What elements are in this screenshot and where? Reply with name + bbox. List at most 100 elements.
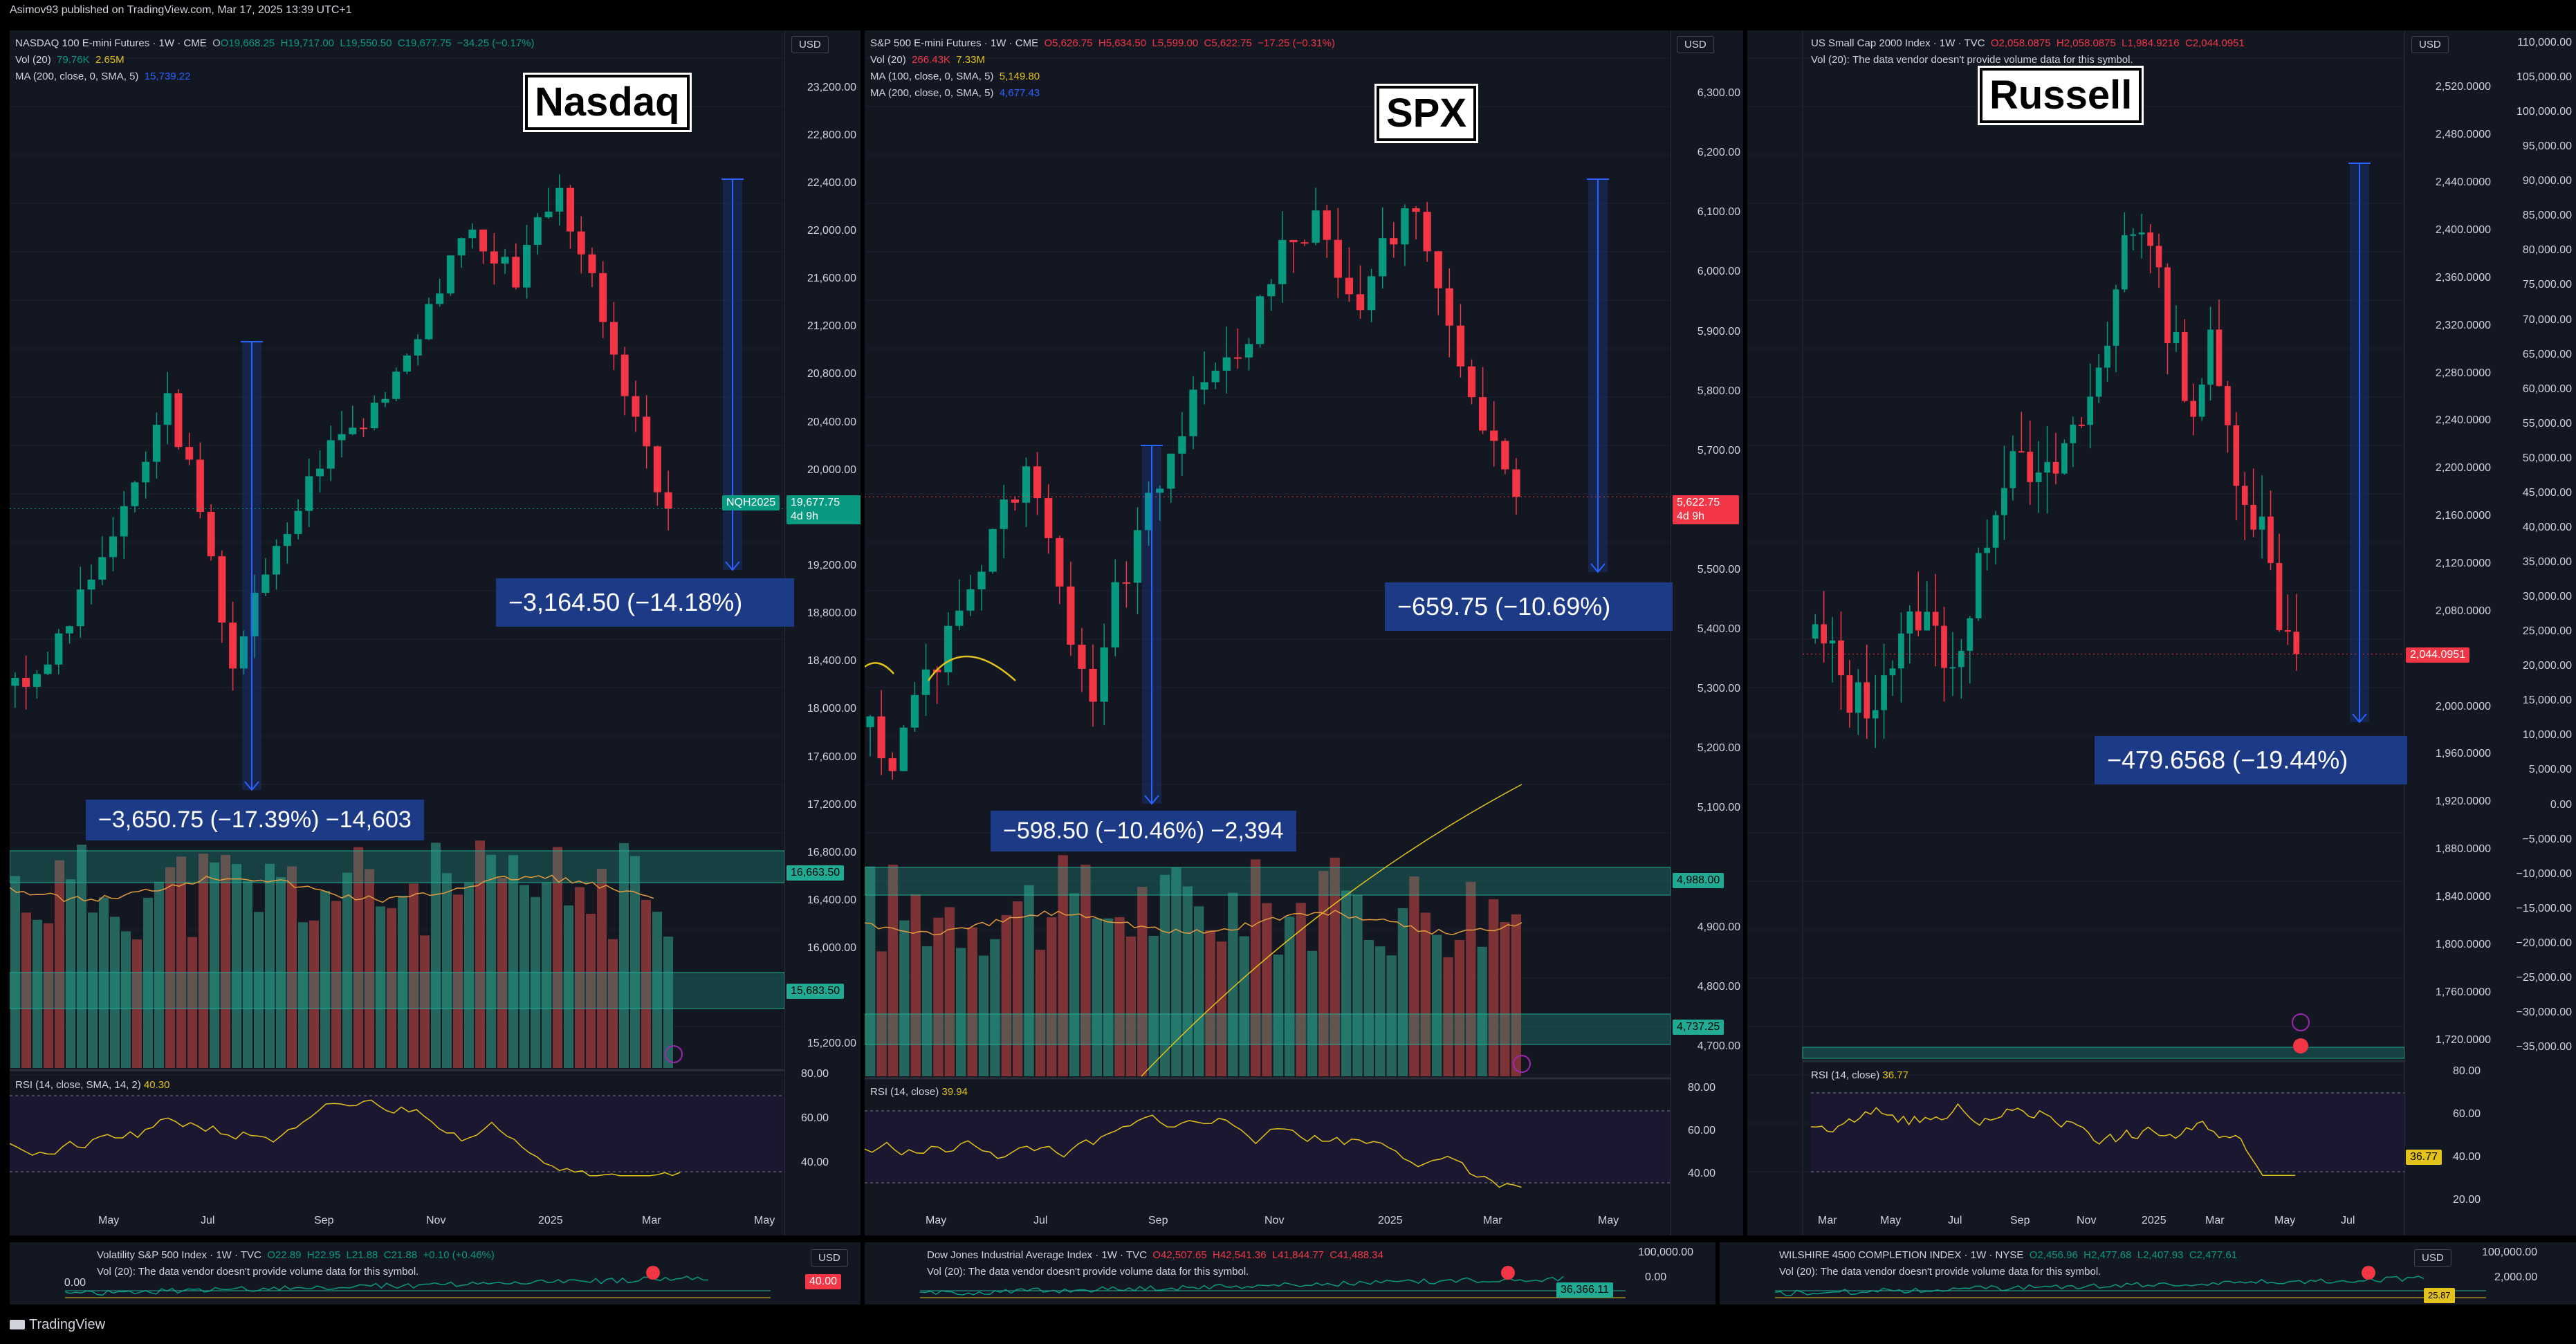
candle-body xyxy=(2198,384,2205,417)
candle-body xyxy=(2113,289,2119,346)
candle-body xyxy=(512,257,520,288)
candle-body xyxy=(1356,294,1365,311)
candle-body xyxy=(2061,443,2068,474)
nasdaq-chart-canvas[interactable] xyxy=(10,30,861,1235)
spx-currency-button[interactable]: USD xyxy=(1677,36,1714,53)
nasdaq-y-tick: 21,600.00 xyxy=(807,273,856,285)
mini-vix-tag: 40.00 xyxy=(805,1274,842,1289)
yellow-drawing-arc xyxy=(865,662,894,674)
mini-wilshire-axis-top: 100,000.00 xyxy=(2482,1246,2538,1258)
candle-body xyxy=(2130,234,2137,236)
candle-body xyxy=(664,492,672,509)
footer-brand[interactable]: TradingView xyxy=(10,1317,105,1333)
mini-vix-currency-button[interactable]: USD xyxy=(811,1249,848,1267)
candle-body xyxy=(2233,425,2240,486)
mini-price-line xyxy=(919,1276,1564,1296)
russell-volume-y-tick: 70,000.00 xyxy=(2522,313,2572,326)
candle-body xyxy=(632,396,640,417)
candle-body xyxy=(33,674,41,687)
candle-body xyxy=(2138,232,2145,234)
mini-wilshire-currency-button[interactable]: USD xyxy=(2414,1249,2451,1267)
russell-volume-y-tick: 65,000.00 xyxy=(2522,348,2572,360)
spx-y-tick: 6,300.00 xyxy=(1697,87,1740,100)
volume-bar xyxy=(1103,918,1114,1076)
russell-panel[interactable]: US Small Cap 2000 Index · 1W · TVC O2,05… xyxy=(1747,30,2576,1235)
candle-body xyxy=(1812,624,1819,639)
nasdaq-panel[interactable]: NASDAQ 100 E-mini Futures · 1W · CME OO1… xyxy=(10,30,861,1235)
candle-body xyxy=(98,557,107,580)
russell-y-tick: 1,920.0000 xyxy=(2435,795,2491,808)
mini-dji-vol-line: Vol (20): The data vendor doesn't provid… xyxy=(927,1266,1249,1278)
russell-x-tick: May xyxy=(1880,1215,1902,1226)
spx-y-tick: 5,200.00 xyxy=(1697,742,1740,755)
russell-x-tick: Nov xyxy=(2077,1215,2097,1226)
russell-y-tick: 2,400.0000 xyxy=(2435,224,2491,236)
candle-body xyxy=(109,536,118,558)
volume-bar xyxy=(365,869,374,1068)
candle-body xyxy=(196,459,204,513)
candle-body xyxy=(1456,325,1465,367)
volume-bar xyxy=(1477,946,1487,1076)
candle-body xyxy=(1838,640,1844,676)
candle-body xyxy=(1056,537,1064,587)
russell-rsi-tick-80: 80.00 xyxy=(2452,1065,2481,1077)
candle-body xyxy=(1278,239,1287,284)
volume-bar xyxy=(944,907,955,1076)
russell-y-tick: 2,440.0000 xyxy=(2435,176,2491,189)
candle-body xyxy=(1167,453,1175,489)
candle-body xyxy=(620,354,629,396)
nasdaq-price-axis[interactable] xyxy=(784,30,861,1235)
nasdaq-measure-label-small: −3,650.75 (−17.39%) −14,603 xyxy=(86,800,424,840)
spx-chart-canvas[interactable] xyxy=(865,30,1743,1235)
candle-body xyxy=(1390,238,1398,245)
candle-body xyxy=(1479,397,1487,431)
volume-bar xyxy=(1069,893,1080,1076)
support-zone xyxy=(865,867,1671,896)
nasdaq-y-tick: 18,000.00 xyxy=(807,703,856,715)
spx-y-tick: 4,700.00 xyxy=(1697,1040,1740,1052)
volume-bar xyxy=(1239,936,1249,1076)
candle-body xyxy=(1334,239,1342,278)
volume-bar xyxy=(1409,876,1419,1076)
nasdaq-y-tick: 20,400.00 xyxy=(807,416,856,428)
candle-body xyxy=(11,678,19,686)
candle-body xyxy=(1089,668,1097,702)
nasdaq-open: O19,668.25 xyxy=(220,37,275,49)
nasdaq-y-tick: 15,200.00 xyxy=(807,1038,856,1050)
spx-title-box: SPX xyxy=(1374,84,1479,143)
candle-body xyxy=(1011,499,1020,503)
candle-body xyxy=(1423,212,1431,252)
candle-body xyxy=(2104,345,2110,368)
candle-body xyxy=(1312,210,1320,243)
candle-body xyxy=(1889,668,1896,676)
russell-currency-button[interactable]: USD xyxy=(2411,36,2449,53)
mini-panel-dji[interactable]: Dow Jones Industrial Average Index · 1W … xyxy=(865,1242,1715,1305)
spx-x-tick: 2025 xyxy=(1378,1215,1403,1226)
volume-bar xyxy=(1148,935,1159,1076)
support-zone xyxy=(1802,1047,2405,1059)
volume-bar xyxy=(1431,935,1442,1076)
russell-volume-y-tick: 110,000.00 xyxy=(2517,37,2572,48)
candle-body xyxy=(425,304,433,340)
nasdaq-high: H19,717.00 xyxy=(280,37,335,49)
candle-body xyxy=(1501,441,1509,470)
russell-volume-y-tick: −5,000.00 xyxy=(2522,833,2572,845)
candle-body xyxy=(261,574,270,593)
volume-bar xyxy=(1137,887,1148,1076)
candle-body xyxy=(2225,386,2231,425)
russell-rsi-label: RSI (14, close) 36.77 xyxy=(1811,1069,1908,1081)
russell-volume-y-tick: 40,000.00 xyxy=(2522,521,2572,533)
mini-panel-wilshire[interactable]: WILSHIRE 4500 COMPLETION INDEX · 1W · NY… xyxy=(1720,1242,2576,1305)
nasdaq-x-tick: Sep xyxy=(314,1215,334,1226)
spx-panel[interactable]: S&P 500 E-mini Futures · 1W · CME O5,626… xyxy=(865,30,1743,1235)
candle-body xyxy=(174,393,183,448)
spx-symbol-line: S&P 500 E-mini Futures · 1W · CME O5,626… xyxy=(870,37,1335,49)
candle-body xyxy=(414,339,422,356)
candle-body xyxy=(2267,516,2274,563)
nasdaq-y-tick: 21,200.00 xyxy=(807,320,856,333)
mini-panel-vix[interactable]: Volatility S&P 500 Index · 1W · TVC O22.… xyxy=(10,1242,861,1305)
spx-measure-label-large: −659.75 (−10.69%) xyxy=(1385,582,1673,631)
russell-y-tick: 1,960.0000 xyxy=(2435,748,2491,760)
candle-body xyxy=(1829,640,1836,644)
nasdaq-currency-button[interactable]: USD xyxy=(791,36,829,53)
